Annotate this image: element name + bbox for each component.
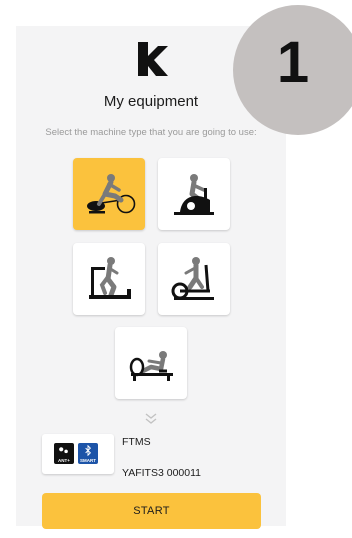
bluetooth-icon [85, 445, 92, 456]
device-id: YAFITS3 000011 [122, 467, 201, 479]
device-name: FTMS [122, 436, 151, 448]
spin-bike-icon [174, 174, 214, 215]
machine-tile-elliptical[interactable] [158, 243, 230, 315]
machine-tile-bike[interactable] [73, 158, 145, 230]
chevron-down-icon[interactable] [142, 410, 160, 428]
treadmill-icon [89, 257, 131, 299]
start-button[interactable]: START [42, 493, 261, 529]
machine-tile-rower[interactable] [115, 327, 187, 399]
bike-icon [87, 174, 136, 214]
screen: My equipment Select the machine type tha… [0, 0, 352, 538]
brand-logo-icon [138, 42, 168, 76]
machine-tile-treadmill[interactable] [73, 243, 145, 315]
bt-label: SMART [80, 458, 96, 463]
ant-icon [59, 447, 68, 454]
rower-icon [129, 351, 173, 381]
device-card[interactable]: ANT+ SMART [42, 434, 114, 474]
elliptical-icon [171, 257, 214, 300]
step-number: 1 [276, 30, 310, 95]
bluetooth-smart-badge: SMART [78, 443, 98, 464]
machine-tile-spin-bike[interactable] [158, 158, 230, 230]
ant-plus-badge: ANT+ [54, 443, 74, 464]
page-subtitle: Select the machine type that you are goi… [45, 127, 257, 138]
ant-label: ANT+ [58, 458, 70, 463]
